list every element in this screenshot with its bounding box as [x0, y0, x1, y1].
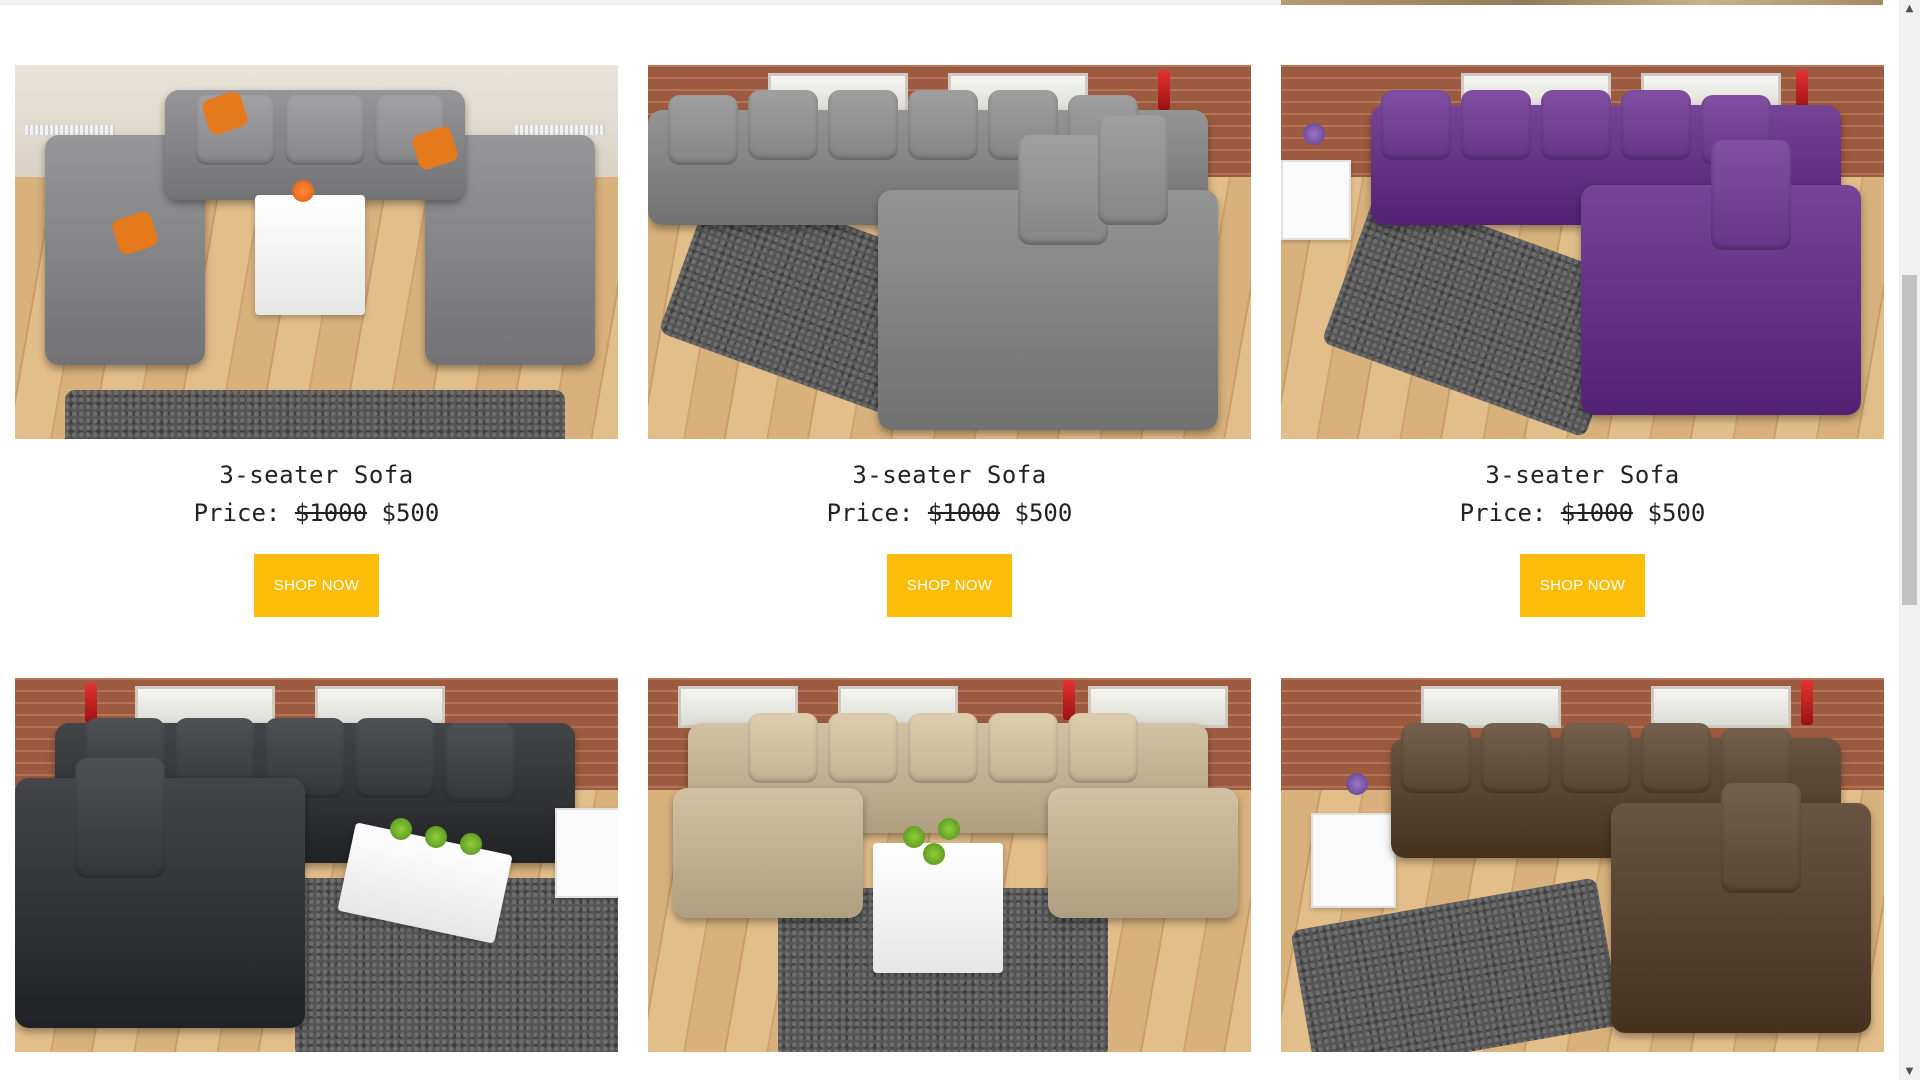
old-price: $1000 [927, 499, 1001, 527]
old-price: $1000 [1560, 499, 1634, 527]
scroll-down-arrow-icon[interactable]: ▼ [1899, 1063, 1920, 1080]
product-image[interactable] [1281, 65, 1884, 439]
vertical-scrollbar[interactable]: ▲ ▼ [1899, 0, 1920, 1080]
product-card: 3-seater Sofa Price: $1000 $500 SHOP NOW [1281, 65, 1884, 617]
product-image[interactable] [15, 65, 618, 439]
product-image[interactable] [15, 678, 618, 1052]
shop-now-button[interactable]: SHOP NOW [254, 554, 379, 617]
product-title: 3-seater Sofa [852, 461, 1047, 489]
scrollbar-thumb[interactable] [1902, 275, 1917, 605]
previous-product-image-edge [1281, 0, 1883, 5]
sale-price: $500 [1647, 499, 1706, 527]
product-price: Price: $1000 $500 [648, 499, 1251, 527]
product-card: 3-seater Sofa Price: $1000 $500 SHOP NOW [15, 65, 618, 617]
price-label: Price: [826, 499, 914, 527]
shop-now-button[interactable]: SHOP NOW [887, 554, 1012, 617]
price-label: Price: [1459, 499, 1547, 527]
product-card [648, 678, 1251, 1052]
product-title: 3-seater Sofa [1485, 461, 1680, 489]
product-card: 3-seater Sofa Price: $1000 $500 SHOP NOW [648, 65, 1251, 617]
product-price: Price: $1000 $500 [15, 499, 618, 527]
product-image[interactable] [648, 65, 1251, 439]
product-image[interactable] [1281, 678, 1884, 1052]
product-title: 3-seater Sofa [219, 461, 414, 489]
scroll-up-arrow-icon[interactable]: ▲ [1899, 0, 1920, 17]
old-price: $1000 [294, 499, 368, 527]
sale-price: $500 [381, 499, 440, 527]
sale-price: $500 [1014, 499, 1073, 527]
price-label: Price: [193, 499, 281, 527]
product-card [1281, 678, 1884, 1052]
product-image[interactable] [648, 678, 1251, 1052]
product-card [15, 678, 618, 1052]
shop-now-button[interactable]: SHOP NOW [1520, 554, 1645, 617]
product-grid-page: 3-seater Sofa Price: $1000 $500 SHOP NOW [0, 0, 1899, 1080]
product-price: Price: $1000 $500 [1281, 499, 1884, 527]
